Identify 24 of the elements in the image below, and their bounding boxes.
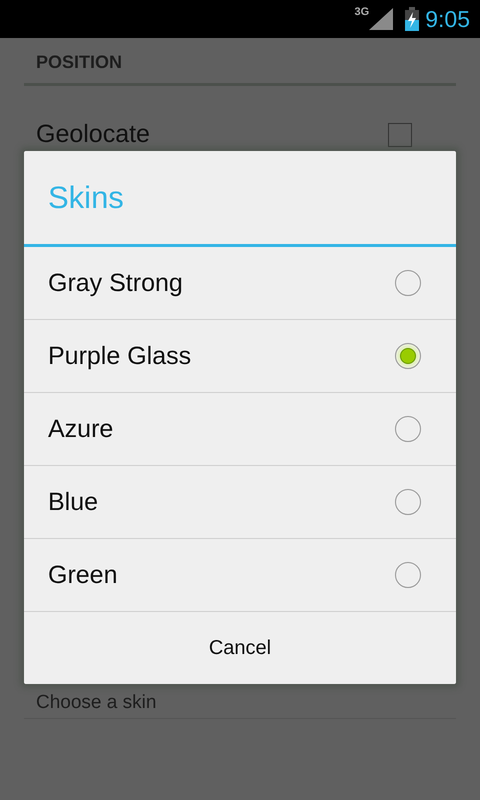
- radio-button[interactable]: [395, 489, 421, 515]
- option-label: Green: [48, 560, 118, 590]
- option-item[interactable]: Green: [24, 539, 456, 612]
- setting-label: Geolocate: [36, 120, 150, 149]
- radio-button[interactable]: [395, 416, 421, 442]
- option-item[interactable]: Purple Glass: [24, 320, 456, 393]
- option-item[interactable]: Blue: [24, 466, 456, 539]
- clock: 9:05: [425, 6, 470, 32]
- dialog-title: Skins: [24, 151, 456, 247]
- signal-icon: [369, 8, 394, 30]
- checkbox[interactable]: [388, 122, 412, 146]
- option-label: Purple Glass: [48, 342, 192, 370]
- radio-button[interactable]: [395, 343, 421, 369]
- option-label: Blue: [48, 488, 98, 516]
- radio-button[interactable]: [395, 562, 421, 588]
- radio-button[interactable]: [395, 270, 421, 296]
- option-label: Gray Strong: [48, 268, 183, 298]
- battery-charging-icon: [405, 7, 420, 31]
- option-item[interactable]: Gray Strong: [24, 247, 456, 320]
- network-type: 3G: [354, 6, 370, 18]
- option-label: Azure: [48, 414, 114, 444]
- option-item[interactable]: Azure: [24, 393, 456, 466]
- section-header: POSITION: [24, 38, 456, 86]
- cancel-button[interactable]: Cancel: [24, 612, 456, 684]
